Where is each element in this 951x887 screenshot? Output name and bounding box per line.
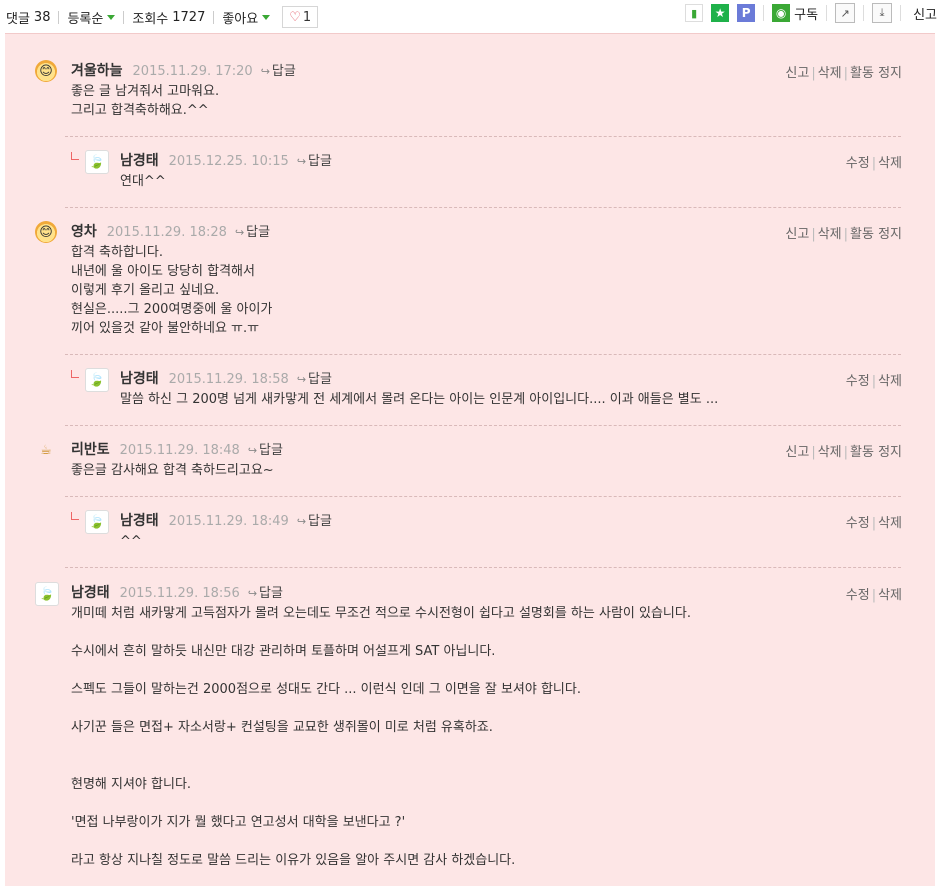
star-icon[interactable]: ★: [711, 4, 730, 22]
chevron-down-icon[interactable]: [107, 14, 116, 20]
avatar: 😊: [35, 60, 57, 82]
comment-author[interactable]: 남경태: [120, 510, 159, 530]
comment-author[interactable]: 남경태: [71, 582, 110, 602]
avatar: 🍃: [85, 510, 109, 534]
divider: [213, 10, 215, 24]
reply-arrow-icon: ↪: [296, 155, 307, 168]
reply-button[interactable]: ↪ 답글: [297, 368, 332, 387]
comment-body: 개미떼 처럼 새카맣게 고득점자가 몰려 오는데도 무조건 적으로 수시전형이 …: [71, 606, 691, 868]
report-link[interactable]: 신고: [785, 445, 809, 460]
edit-link[interactable]: 수정: [846, 516, 870, 531]
views-count: 1727: [172, 9, 206, 25]
reply-button[interactable]: ↪ 답글: [297, 510, 332, 529]
delete-link[interactable]: 삭제: [878, 156, 902, 171]
comment-author[interactable]: 남경태: [120, 368, 159, 388]
delete-link[interactable]: 삭제: [878, 374, 902, 389]
reply-indent-icon: [71, 152, 79, 160]
divider: [123, 10, 125, 24]
avatar: 🍃: [85, 368, 109, 392]
comment-list: 😊 겨울하늘 2015.11.29. 17:20 ↪ 답글 신고 | 삭제 | 활동 정지…: [5, 33, 935, 886]
comment-author[interactable]: 영차: [71, 221, 97, 241]
reply-arrow-icon: ↪: [247, 587, 258, 600]
divider: [65, 136, 901, 137]
comment-date: 2015.11.29. 18:28: [106, 225, 227, 240]
comment-date: 2015.12.25. 10:15: [168, 154, 289, 169]
report-link[interactable]: 신고: [785, 66, 809, 81]
suspend-link[interactable]: 활동 정지: [850, 227, 902, 242]
edit-link[interactable]: 수정: [846, 588, 870, 603]
comment-date: 2015.11.29. 18:58: [168, 372, 289, 387]
comment-author[interactable]: 남경태: [120, 150, 159, 170]
divider: [65, 567, 901, 568]
blog-share-icon[interactable]: P: [737, 4, 756, 22]
views-label: 조회수: [132, 11, 169, 27]
comment-author[interactable]: 겨울하늘: [71, 60, 123, 80]
delete-link[interactable]: 삭제: [818, 227, 842, 242]
reply-button[interactable]: ↪ 답글: [248, 439, 283, 458]
comment-body: 좋은 글 남겨줘서 고마워요. 그리고 합격축하해요.^^: [71, 84, 220, 118]
share-icon[interactable]: ↗: [835, 3, 856, 23]
reply-button[interactable]: ↪ 답글: [248, 582, 283, 601]
reply-button[interactable]: ↪ 답글: [297, 150, 332, 169]
delete-link[interactable]: 삭제: [878, 588, 902, 603]
edit-link[interactable]: 수정: [846, 156, 870, 171]
reply-indent-icon: [71, 512, 79, 520]
comment-toolbar: 댓글 38 등록순 조회수 1727 좋아요 ♡ 1 ▮ ★ P ◉ 구독 ↗ …: [0, 0, 951, 30]
comment-body: 연대^^: [120, 174, 166, 189]
like-count: 1: [302, 9, 312, 25]
divider: [863, 5, 865, 21]
comment-count: 38: [33, 9, 51, 25]
edit-link[interactable]: 수정: [846, 374, 870, 389]
avatar: 🍃: [85, 150, 109, 174]
comment-date: 2015.11.29. 18:49: [168, 514, 289, 529]
reply-indent-icon: [71, 370, 79, 378]
subscribe-button[interactable]: 구독: [794, 4, 818, 23]
comment-count-label: 댓글: [6, 11, 30, 27]
divider: [65, 354, 901, 355]
rss-icon[interactable]: ◉: [772, 4, 791, 22]
reply-button[interactable]: ↪ 답글: [261, 60, 296, 79]
comment-date: 2015.11.29. 18:48: [119, 443, 240, 458]
comment-body: ^^: [120, 534, 142, 549]
suspend-link[interactable]: 활동 정지: [850, 66, 902, 81]
avatar: 🍃: [35, 582, 59, 606]
reply-arrow-icon: ↪: [247, 444, 258, 457]
reply-arrow-icon: ↪: [234, 226, 245, 239]
reply-button[interactable]: ↪ 답글: [235, 221, 270, 240]
divider: [65, 207, 901, 208]
chevron-down-icon[interactable]: [262, 14, 271, 20]
report-button[interactable]: 신고: [913, 4, 937, 23]
heart-icon: ♡: [289, 9, 301, 25]
download-icon[interactable]: ⤓: [872, 3, 893, 23]
reply-arrow-icon: ↪: [296, 515, 307, 528]
delete-link[interactable]: 삭제: [878, 516, 902, 531]
comment-author[interactable]: 리반토: [71, 439, 110, 459]
sort-dropdown[interactable]: 등록순: [67, 8, 103, 27]
comment-date: 2015.11.29. 17:20: [132, 64, 253, 79]
divider: [826, 5, 828, 21]
avatar: 😊: [35, 221, 57, 243]
divider: [65, 425, 901, 426]
suspend-link[interactable]: 활동 정지: [850, 445, 902, 460]
avatar: ☕: [40, 442, 52, 458]
divider: [65, 496, 901, 497]
like-button[interactable]: ♡ 1: [282, 6, 319, 28]
comment-date: 2015.11.29. 18:56: [119, 586, 240, 601]
divider: [763, 5, 765, 21]
like-dropdown[interactable]: 좋아요: [222, 8, 258, 27]
reply-arrow-icon: ↪: [296, 373, 307, 386]
delete-link[interactable]: 삭제: [818, 445, 842, 460]
comment-body: 좋은글 감사해요 합격 축하드리고요~: [71, 463, 274, 478]
comment-body: 말씀 하신 그 200명 넘게 새카맣게 전 세계에서 몰려 온다는 아이는 인…: [120, 392, 719, 407]
divider: [900, 5, 902, 21]
report-link[interactable]: 신고: [785, 227, 809, 242]
delete-link[interactable]: 삭제: [818, 66, 842, 81]
bookmark-icon[interactable]: ▮: [685, 4, 704, 22]
reply-arrow-icon: ↪: [260, 65, 270, 78]
divider: [58, 10, 60, 24]
comment-body: 합격 축하합니다. 내년에 울 아이도 당당히 합격해서 이렇게 후기 올리고 …: [71, 245, 273, 336]
